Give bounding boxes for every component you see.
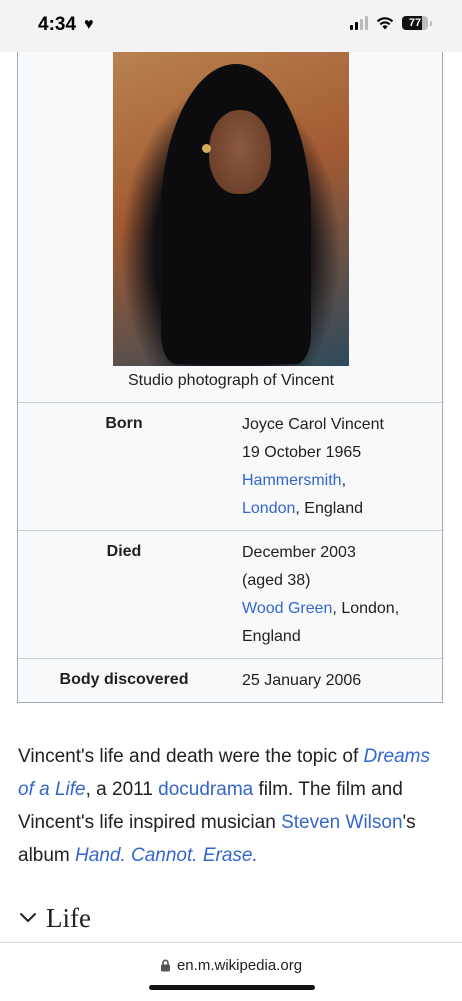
born-value: Joyce Carol Vincent 19 October 1965 Hamm… xyxy=(242,411,438,523)
body-discovered-value: 25 January 2006 xyxy=(242,672,362,689)
hand-cannot-erase-link[interactable]: Hand. Cannot. Erase. xyxy=(75,845,258,866)
chevron-down-icon xyxy=(20,913,36,923)
died-age: (aged 38) xyxy=(242,572,311,589)
wood-green-link[interactable]: Wood Green xyxy=(242,600,332,617)
status-icons: 77 xyxy=(350,16,432,30)
section-title: Life xyxy=(46,902,91,933)
died-country: England xyxy=(242,628,301,645)
steven-wilson-link[interactable]: Steven Wilson xyxy=(281,812,402,833)
browser-url-bar[interactable]: en.m.wikipedia.org xyxy=(0,942,462,1001)
infobox-row-born: Born Joyce Carol Vincent 19 October 1965… xyxy=(18,402,444,530)
section-life-toggle[interactable]: Life xyxy=(18,896,91,940)
infobox: Studio photograph of Vincent Born Joyce … xyxy=(17,52,444,703)
portrait-image[interactable] xyxy=(113,52,349,366)
status-bar: 4:34 ♥ 77 xyxy=(0,0,462,52)
infobox-row-died: Died December 2003 (aged 38) Wood Green,… xyxy=(18,530,444,658)
docudrama-link[interactable]: docudrama xyxy=(158,779,253,800)
wifi-icon xyxy=(376,17,394,30)
home-indicator xyxy=(149,985,315,990)
status-time: 4:34 xyxy=(38,14,77,35)
born-date: 19 October 1965 xyxy=(242,444,362,461)
battery-icon: 77 xyxy=(402,16,428,30)
image-caption: Studio photograph of Vincent xyxy=(127,372,335,389)
heart-icon: ♥ xyxy=(84,16,94,33)
died-value: December 2003 (aged 38) Wood Green, Lond… xyxy=(242,539,438,651)
born-label: Born xyxy=(105,415,143,432)
url-text: en.m.wikipedia.org xyxy=(176,957,303,974)
cellular-signal-icon xyxy=(350,16,368,30)
london-link[interactable]: London xyxy=(242,500,295,517)
hammersmith-link[interactable]: Hammersmith xyxy=(242,472,342,489)
died-date: December 2003 xyxy=(242,544,356,561)
lock-icon xyxy=(160,959,170,972)
body-discovered-label: Body discovered xyxy=(59,671,189,688)
died-label: Died xyxy=(106,543,142,560)
born-name: Joyce Carol Vincent xyxy=(242,416,384,433)
infobox-row-body-discovered: Body discovered 25 January 2006 xyxy=(18,658,444,703)
battery-level: 77 xyxy=(408,17,422,29)
article-paragraph: Vincent's life and death were the topic … xyxy=(18,746,431,866)
